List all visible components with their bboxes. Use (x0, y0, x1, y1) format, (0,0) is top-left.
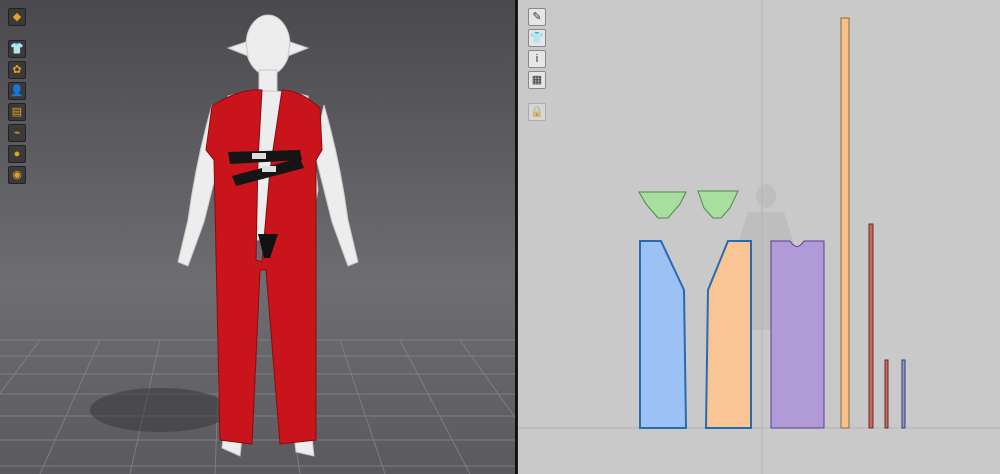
shoe-icon[interactable]: ⌁ (8, 124, 26, 142)
2d-pattern-viewport[interactable]: ✎ 👕 i ▦ 🔒 (518, 0, 1000, 474)
pattern-piece-underwear-back[interactable] (638, 191, 687, 219)
pattern-piece-tie-short[interactable] (884, 359, 889, 429)
shirt-icon[interactable]: 👕 (528, 29, 546, 47)
pattern-piece-underwear-front[interactable] (697, 190, 739, 219)
pattern-piece-tie-long[interactable] (868, 223, 874, 429)
pattern-piece-front-right[interactable] (704, 240, 752, 429)
color-palette-icon[interactable]: ▦ (528, 71, 546, 89)
texture-icon[interactable]: ▤ (8, 103, 26, 121)
3d-scene (0, 14, 515, 474)
2d-toolbar: ✎ 👕 i ▦ 🔒 (528, 8, 546, 121)
grid-floor (0, 339, 515, 474)
pattern-piece-waist-strip[interactable] (840, 17, 850, 429)
garment-icon[interactable]: 👕 (8, 40, 26, 58)
sewing-icon[interactable]: ✿ (8, 61, 26, 79)
3d-toolbar: ◆ 👕 ✿ 👤 ▤ ⌁ ● ◉ (8, 8, 26, 184)
avatar-shadow (90, 388, 230, 432)
lock-icon[interactable]: 🔒 (528, 103, 546, 121)
pattern-canvas (518, 0, 1000, 474)
pattern-piece-front-left[interactable] (639, 240, 688, 429)
avatar-color-icon[interactable]: ● (8, 145, 26, 163)
fabric-render-icon[interactable]: ◆ (8, 8, 26, 26)
brush-icon[interactable]: ✎ (528, 8, 546, 26)
world-icon[interactable]: ◉ (8, 166, 26, 184)
avatar-icon[interactable]: 👤 (8, 82, 26, 100)
pattern-piece-back[interactable] (770, 240, 825, 429)
pattern-piece-loop[interactable] (901, 359, 906, 429)
info-icon[interactable]: i (528, 50, 546, 68)
3d-viewport[interactable]: ◆ 👕 ✿ 👤 ▤ ⌁ ● ◉ (0, 0, 517, 474)
